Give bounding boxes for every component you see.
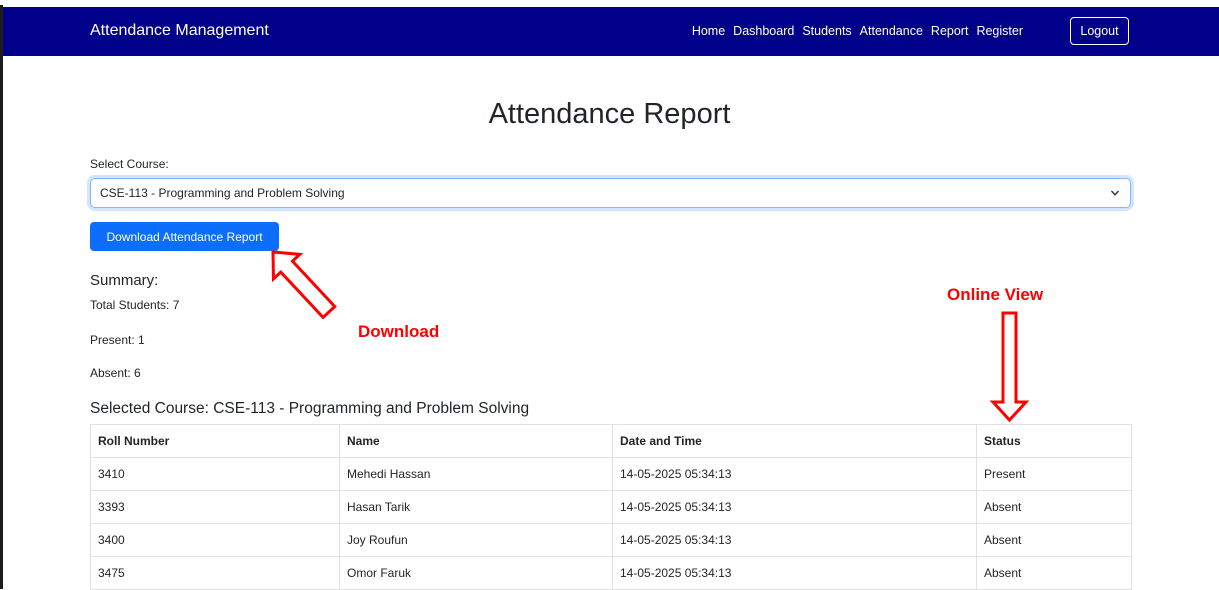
annotation-arrow-status-icon bbox=[989, 311, 1030, 423]
table-row: 3393 Hasan Tarik 14-05-2025 05:34:13 Abs… bbox=[90, 490, 1132, 524]
table-row: 3410 Mehedi Hassan 14-05-2025 05:34:13 P… bbox=[90, 457, 1132, 491]
cell-status: Absent bbox=[976, 490, 1132, 524]
cell-status: Absent bbox=[976, 523, 1132, 557]
cell-name: Joy Roufun bbox=[339, 523, 613, 557]
cell-roll-number: 3400 bbox=[90, 523, 340, 557]
table-header-row: Roll Number Name Date and Time Status bbox=[90, 424, 1132, 458]
cell-name: Mehedi Hassan bbox=[339, 457, 613, 491]
cell-date-time: 14-05-2025 05:34:13 bbox=[612, 457, 977, 491]
cell-roll-number: 3475 bbox=[90, 556, 340, 590]
header-name: Name bbox=[339, 424, 613, 458]
cell-name: Omor Faruk bbox=[339, 556, 613, 590]
header-roll-number: Roll Number bbox=[90, 424, 340, 458]
cell-date-time: 14-05-2025 05:34:13 bbox=[612, 556, 977, 590]
attendance-table: Roll Number Name Date and Time Status 34… bbox=[90, 424, 1132, 590]
table-row: 3475 Omor Faruk 14-05-2025 05:34:13 Abse… bbox=[90, 556, 1132, 590]
cell-status: Absent bbox=[976, 556, 1132, 590]
selected-course-caption: Selected Course: CSE-113 - Programming a… bbox=[90, 400, 530, 417]
cell-roll-number: 3393 bbox=[90, 490, 340, 524]
cell-date-time: 14-05-2025 05:34:13 bbox=[612, 523, 977, 557]
cell-roll-number: 3410 bbox=[90, 457, 340, 491]
cell-name: Hasan Tarik bbox=[339, 490, 613, 524]
header-date-time: Date and Time bbox=[612, 424, 977, 458]
header-status: Status bbox=[976, 424, 1132, 458]
cell-status: Present bbox=[976, 457, 1132, 491]
annotation-arrow-download-icon bbox=[271, 250, 337, 320]
table-row: 3400 Joy Roufun 14-05-2025 05:34:13 Abse… bbox=[90, 523, 1132, 557]
cell-date-time: 14-05-2025 05:34:13 bbox=[612, 490, 977, 524]
